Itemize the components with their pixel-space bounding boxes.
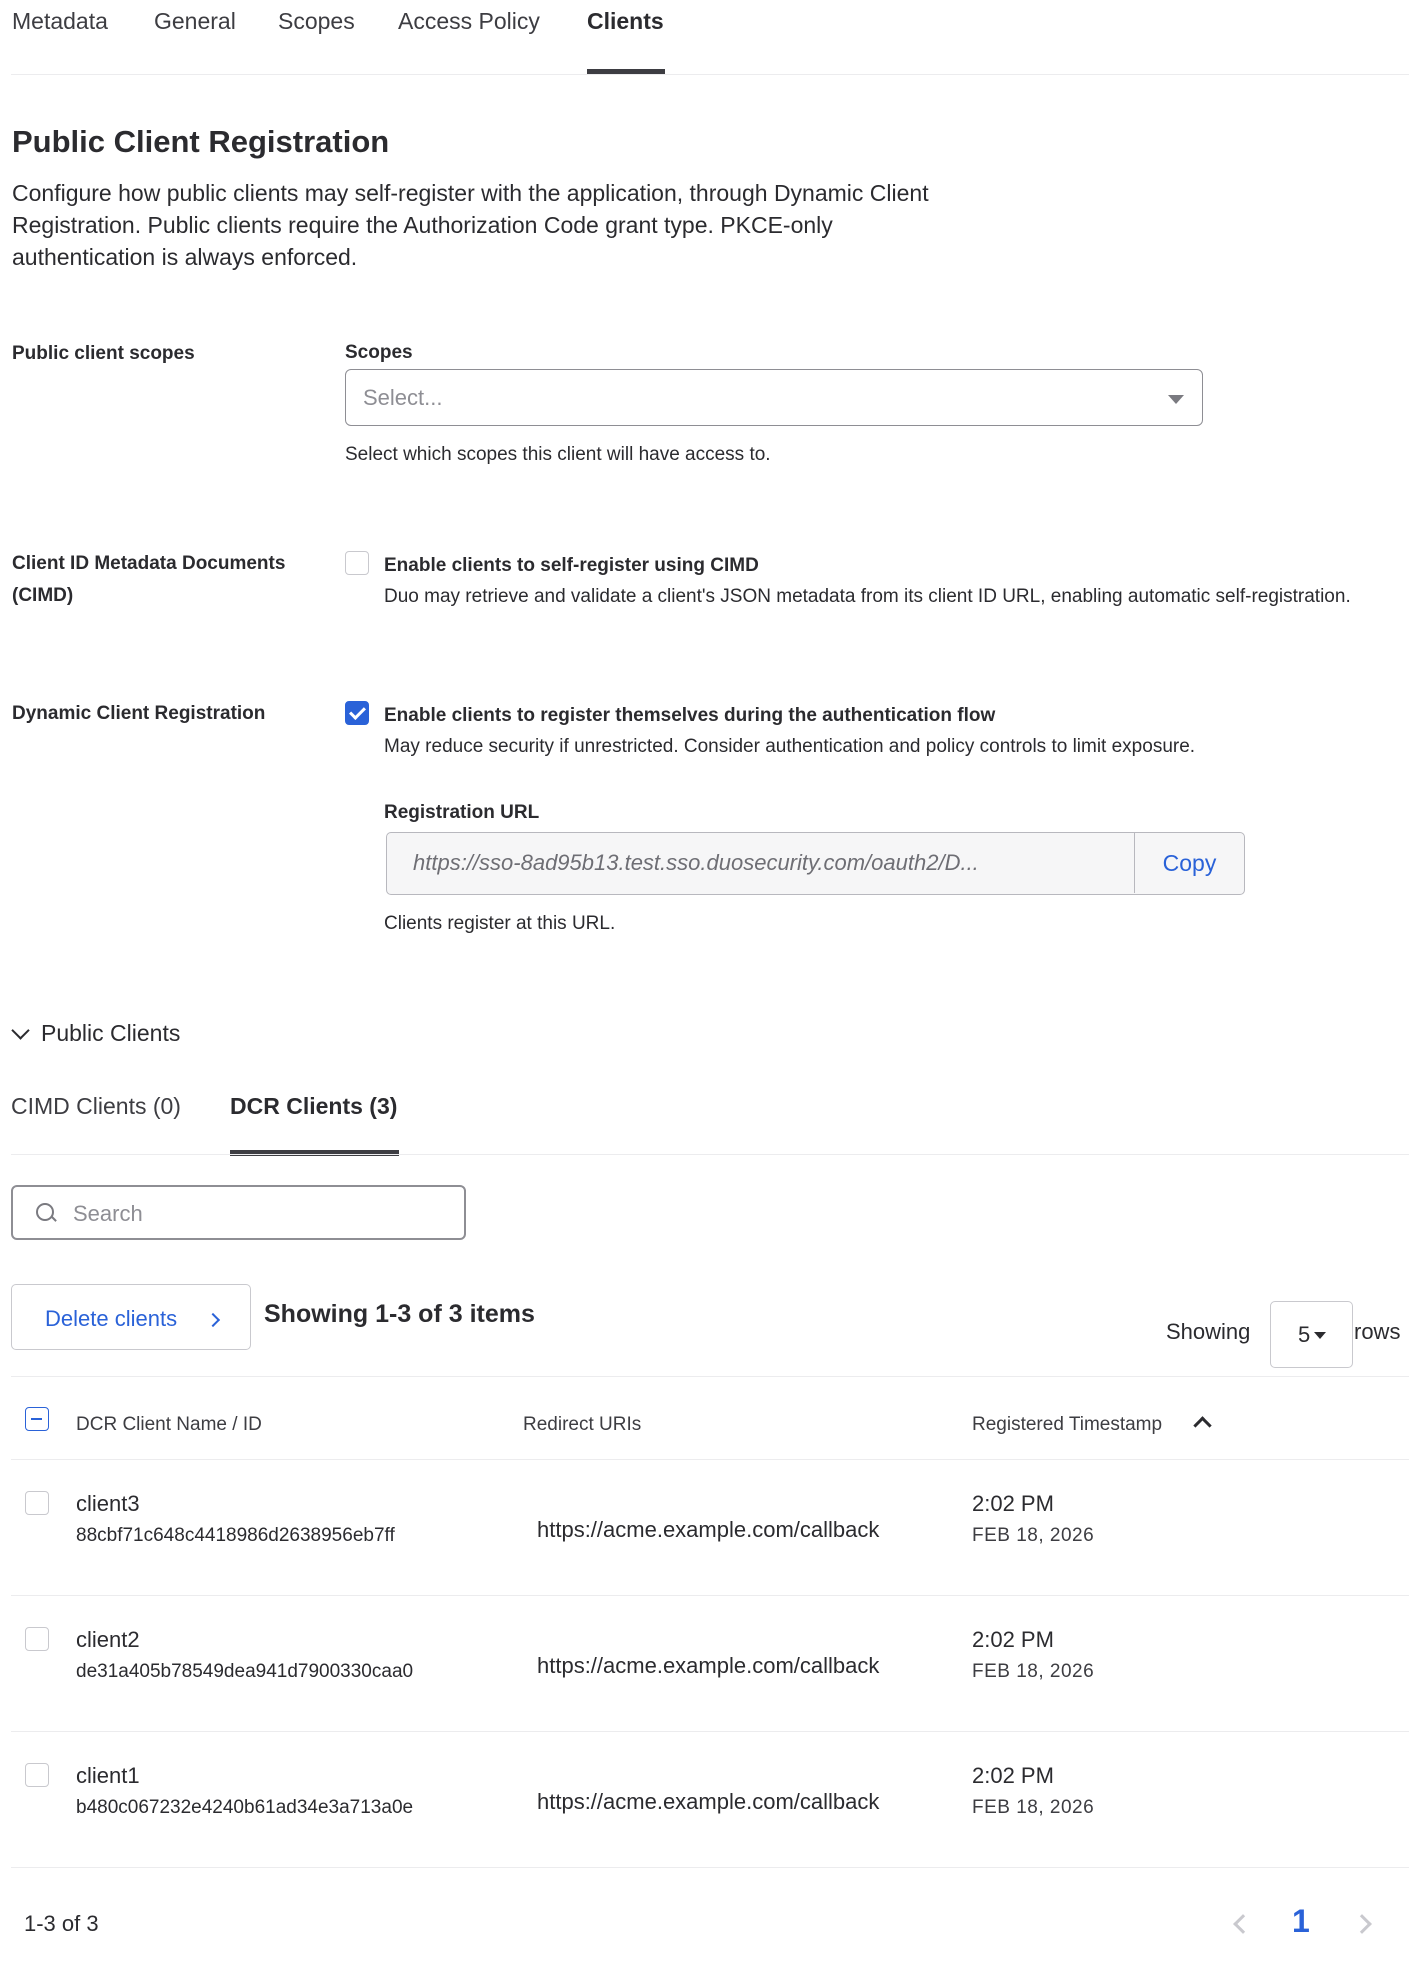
caret-down-icon <box>1314 1332 1326 1339</box>
registered-date: FEB 18, 2026 <box>972 1525 1095 1546</box>
registered-time: 2:02 PM <box>972 1763 1054 1788</box>
row-checkbox[interactable] <box>25 1491 49 1515</box>
scopes-help-text: Select which scopes this client will hav… <box>345 444 771 465</box>
scopes-select[interactable]: Select... <box>345 369 1203 426</box>
public-clients-label: Public Clients <box>41 1020 181 1046</box>
chevron-left-icon[interactable] <box>1233 1914 1253 1934</box>
registered-time: 2:02 PM <box>972 1491 1054 1516</box>
registration-url-field[interactable]: https://sso-8ad95b13.test.sso.duosecurit… <box>386 832 1245 895</box>
column-header-registered-timestamp[interactable]: Registered Timestamp <box>972 1414 1162 1436</box>
table-header-divider <box>11 1459 1409 1460</box>
search-field[interactable]: Search <box>11 1185 466 1240</box>
rows-per-page-select[interactable]: 5 <box>1270 1301 1353 1368</box>
column-header-redirect-uris[interactable]: Redirect URIs <box>523 1414 641 1436</box>
search-input[interactable]: Search <box>73 1201 143 1227</box>
rows-suffix: rows <box>1354 1319 1401 1344</box>
search-icon <box>36 1203 54 1221</box>
section-title: Public Client Registration <box>12 124 390 159</box>
client-name: client2 <box>76 1627 140 1652</box>
dcr-option-description: May reduce security if unrestricted. Con… <box>384 736 1196 757</box>
client-id: b480c067232e4240b61ad34e3a713a0e <box>76 1797 414 1818</box>
tab-access-policy[interactable]: Access Policy <box>398 8 540 35</box>
tab-cimd-clients[interactable]: CIMD Clients (0) <box>11 1093 181 1120</box>
delete-clients-label: Delete clients <box>45 1306 178 1331</box>
column-header-name[interactable]: DCR Client Name / ID <box>76 1414 262 1436</box>
client-id: de31a405b78549dea941d7900330caa0 <box>76 1661 414 1682</box>
chevron-down-icon <box>11 1021 30 1040</box>
registration-url-value: https://sso-8ad95b13.test.sso.duosecurit… <box>413 850 979 875</box>
tab-dcr-clients[interactable]: DCR Clients (3) <box>230 1093 397 1120</box>
registered-time: 2:02 PM <box>972 1627 1054 1652</box>
client-name: client1 <box>76 1763 140 1788</box>
cimd-option-title: Enable clients to self-register using CI… <box>384 555 759 576</box>
scopes-select-placeholder: Select... <box>363 385 443 410</box>
redirect-uri: https://acme.example.com/callback <box>537 1653 880 1678</box>
subtab-divider <box>11 1154 1409 1155</box>
select-all-checkbox[interactable] <box>25 1407 49 1431</box>
rows-prefix: Showing <box>1166 1319 1251 1344</box>
redirect-uri: https://acme.example.com/callback <box>537 1789 880 1814</box>
sort-up-icon[interactable] <box>1193 1416 1212 1435</box>
tab-general[interactable]: General <box>154 8 236 35</box>
dcr-row-label: Dynamic Client Registration <box>12 703 266 724</box>
cimd-option-description: Duo may retrieve and validate a client's… <box>384 586 1351 607</box>
registration-url-label: Registration URL <box>384 802 540 823</box>
scopes-row-label: Public client scopes <box>12 343 195 364</box>
active-subtab-indicator <box>230 1150 399 1156</box>
registered-date: FEB 18, 2026 <box>972 1661 1095 1682</box>
current-page-number[interactable]: 1 <box>1292 1903 1310 1940</box>
tab-divider <box>11 74 1409 75</box>
row-checkbox[interactable] <box>25 1627 49 1651</box>
tab-clients[interactable]: Clients <box>587 8 664 35</box>
table-top-divider <box>11 1376 1409 1377</box>
chevron-right-icon[interactable] <box>1352 1914 1372 1934</box>
items-count: Showing 1-3 of 3 items <box>264 1300 535 1328</box>
cimd-checkbox[interactable] <box>345 551 369 575</box>
client-id: 88cbf71c648c4418986d2638956eb7ff <box>76 1525 395 1546</box>
delete-clients-button[interactable]: Delete clients <box>11 1284 251 1350</box>
row-divider <box>11 1867 1409 1868</box>
row-checkbox[interactable] <box>25 1763 49 1787</box>
tab-scopes[interactable]: Scopes <box>278 8 355 35</box>
row-divider <box>11 1595 1409 1596</box>
cimd-row-label: Client ID Metadata Documents (CIMD) <box>12 553 286 606</box>
redirect-uri: https://acme.example.com/callback <box>537 1517 880 1542</box>
chevron-right-icon <box>205 1312 221 1328</box>
scopes-field-label: Scopes <box>345 342 413 363</box>
client-name: client3 <box>76 1491 140 1516</box>
section-description: Configure how public clients may self-re… <box>12 180 929 270</box>
registered-date: FEB 18, 2026 <box>972 1797 1095 1818</box>
registration-url-help: Clients register at this URL. <box>384 913 616 934</box>
pagination-range: 1-3 of 3 <box>24 1911 99 1936</box>
dcr-checkbox[interactable] <box>345 701 369 725</box>
copy-button[interactable]: Copy <box>1134 833 1244 893</box>
tab-metadata[interactable]: Metadata <box>12 8 108 35</box>
caret-down-icon <box>1168 395 1184 404</box>
row-divider <box>11 1731 1409 1732</box>
rows-per-page-value: 5 <box>1298 1322 1311 1347</box>
dcr-option-title: Enable clients to register themselves du… <box>384 705 996 726</box>
